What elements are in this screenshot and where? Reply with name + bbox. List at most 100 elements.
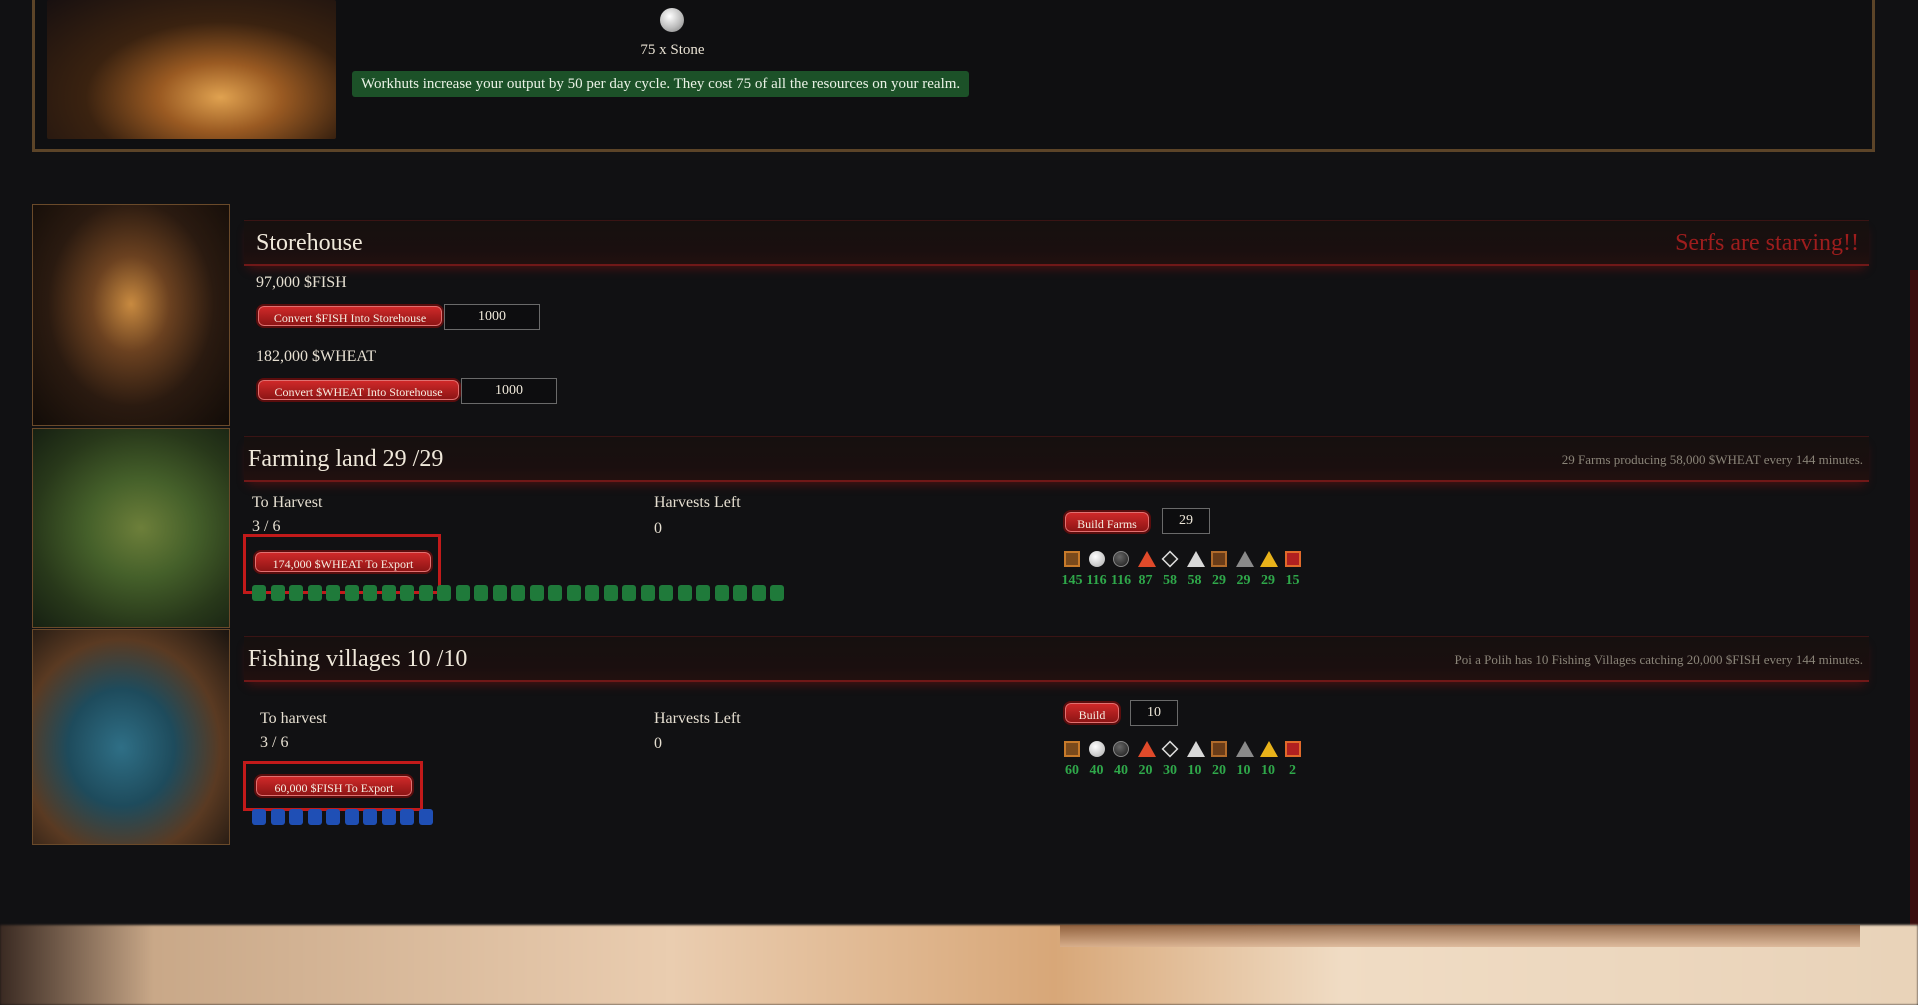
progress-cell (640, 585, 655, 601)
fish-export-button[interactable]: 60,000 $FISH To Export (254, 774, 414, 798)
coal-icon (1113, 741, 1129, 757)
resource-cost-value: 58 (1163, 573, 1177, 588)
resource-cost-value: 87 (1138, 573, 1153, 588)
wheat-export-button[interactable]: 174,000 $WHEAT To Export (253, 550, 433, 574)
gold-icon (1260, 551, 1278, 567)
stone-icon (660, 8, 684, 32)
progress-cell (437, 585, 451, 601)
resource-cost-value: 20 (1212, 763, 1226, 778)
progress-cell (252, 809, 266, 825)
progress-cell (326, 809, 340, 825)
storehouse-image (32, 204, 230, 426)
progress-cell (381, 809, 396, 825)
fish-convert-input[interactable] (444, 304, 540, 330)
progress-cell (252, 585, 266, 601)
starving-alert: Serfs are starving!! (1675, 230, 1859, 256)
farm-harvests-left-label: Harvests Left (654, 494, 741, 511)
resource-cost-value: 60 (1065, 763, 1079, 778)
copper-icon (1211, 551, 1227, 567)
workhut-info-note: Workhuts increase your output by 50 per … (352, 71, 970, 97)
progress-cell (751, 585, 766, 601)
resource-cost-value: 20 (1138, 763, 1153, 778)
wood-icon (1064, 551, 1080, 567)
resource-cost-value: 15 (1285, 573, 1300, 588)
stone-icon (1088, 741, 1105, 757)
farming-image (32, 428, 230, 628)
progress-cell (696, 585, 710, 601)
progress-cell (566, 585, 581, 601)
resource-cost-value: 2 (1289, 763, 1296, 778)
resource-cost-value: 40 (1114, 763, 1128, 778)
farm-to-harvest-label: To Harvest (252, 494, 323, 511)
convert-fish-button[interactable]: Convert $FISH Into Storehouse (256, 304, 444, 328)
fish-amount: 97,000 $FISH (256, 274, 347, 291)
progress-cell (381, 585, 396, 601)
wood-icon (1064, 741, 1080, 757)
stone-icon (1088, 551, 1105, 567)
convert-wheat-button[interactable]: Convert $WHEAT Into Storehouse (256, 378, 461, 402)
fishing-summary: Poi a Polih has 10 Fishing Villages catc… (1454, 652, 1863, 667)
wheat-convert-input[interactable] (461, 378, 557, 404)
gold-icon (1260, 741, 1278, 757)
fish-harvests-left-value: 0 (654, 735, 662, 752)
fish-to-harvest-value: 3 / 6 (260, 734, 289, 751)
storehouse-title: Storehouse (256, 230, 363, 256)
wheat-amount: 182,000 $WHEAT (256, 348, 376, 365)
progress-cell (418, 809, 433, 825)
build-farms-button[interactable]: Build Farms (1063, 510, 1151, 534)
resource-cost-value: 29 (1236, 573, 1251, 588)
progress-cell (307, 809, 322, 825)
build-farms-input[interactable] (1162, 508, 1210, 534)
fish-to-harvest-label: To harvest (260, 710, 327, 727)
fish-progress-bar (252, 809, 433, 825)
storehouse-header: Storehouse Serfs are starving!! (244, 220, 1869, 266)
page-scrollbar[interactable] (1910, 270, 1918, 925)
resource-cost-value: 10 (1261, 763, 1275, 778)
progress-cell (511, 585, 525, 601)
progress-cell (307, 585, 322, 601)
resource-cost-value: 145 (1061, 573, 1083, 588)
progress-cell (400, 585, 414, 601)
farm-harvests-left-value: 0 (654, 520, 662, 537)
resource-cost-value: 58 (1187, 573, 1202, 588)
fishing-title: Fishing villages 10 /10 (248, 646, 468, 672)
resource-cost-value: 30 (1163, 763, 1177, 778)
farming-summary: 29 Farms producing 58,000 $WHEAT every 1… (1561, 452, 1863, 467)
progress-cell (363, 585, 377, 601)
build-fishing-input[interactable] (1130, 700, 1178, 726)
progress-cell (714, 585, 729, 601)
progress-cell (770, 585, 784, 601)
progress-cell (474, 585, 488, 601)
resource-cost-value: 10 (1187, 763, 1202, 778)
progress-cell (455, 585, 470, 601)
footer-shadow (1060, 925, 1860, 947)
copper-icon (1211, 741, 1227, 757)
progress-cell (659, 585, 673, 601)
workhut-image (47, 0, 336, 139)
progress-cell (622, 585, 636, 601)
dragonhide-icon (1284, 551, 1301, 567)
build-fishing-button[interactable]: Build (1063, 701, 1121, 725)
progress-cell (326, 585, 340, 601)
progress-cell (344, 809, 359, 825)
coal-icon (1113, 551, 1129, 567)
progress-cell (270, 809, 285, 825)
ironwood-icon (1235, 551, 1254, 567)
progress-cell (289, 809, 303, 825)
farming-title: Farming land 29 /29 (248, 446, 444, 472)
progress-cell (585, 585, 599, 601)
progress-cell (418, 585, 433, 601)
progress-cell (603, 585, 618, 601)
progress-cell (733, 585, 747, 601)
silver-icon (1186, 741, 1205, 757)
progress-cell (677, 585, 692, 601)
progress-cell (363, 809, 377, 825)
resource-cost-value: 116 (1086, 573, 1107, 588)
progress-cell (548, 585, 562, 601)
diamond-icon (1161, 550, 1179, 568)
diamond-icon (1161, 740, 1179, 758)
progress-cell (400, 809, 414, 825)
progress-cell (289, 585, 303, 601)
progress-cell (270, 585, 285, 601)
silver-icon (1186, 551, 1205, 567)
